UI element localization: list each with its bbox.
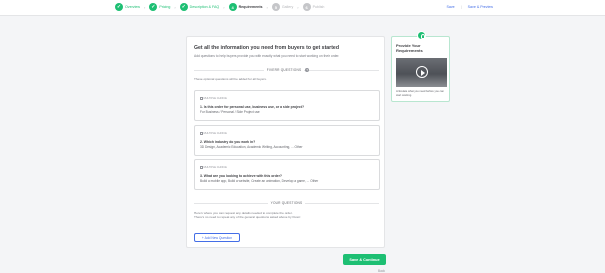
play-icon[interactable] bbox=[416, 66, 428, 78]
save-continue-button[interactable]: Save & Continue bbox=[343, 254, 386, 265]
step-label: Description & FAQ bbox=[189, 5, 220, 9]
question-text: 2. Which industry do you work in? bbox=[200, 140, 256, 144]
chevron-right-icon: › bbox=[297, 4, 299, 10]
chevron-right-icon: › bbox=[143, 4, 146, 10]
question-type-label: MULTIPLE CHOICE bbox=[203, 97, 227, 100]
lightbulb-icon bbox=[417, 31, 426, 40]
top-actions: Save | Save & Preview bbox=[440, 5, 493, 9]
divider: | bbox=[460, 5, 462, 9]
tip-title: Provide Your Requirements bbox=[396, 43, 423, 53]
step-label: Gallery bbox=[281, 5, 294, 9]
page-subtitle: Add questions to help buyers provide you… bbox=[194, 54, 340, 58]
question-card[interactable]: MULTIPLE CHOICE 2. Which industry do you… bbox=[194, 125, 380, 156]
requirements-card: Get all the information you need from bu… bbox=[186, 36, 385, 248]
check-icon: ✓ bbox=[179, 3, 188, 11]
progress-header: ✓ Overview › ✓ Pricing › ✓ Description &… bbox=[0, 0, 605, 16]
add-question-button[interactable]: + Add New Question bbox=[194, 233, 240, 242]
page-title: Get all the information you need from bu… bbox=[194, 45, 339, 51]
question-type-label: MULTIPLE CHOICE bbox=[203, 166, 227, 169]
list-icon bbox=[200, 132, 203, 135]
steps-nav: ✓ Overview › ✓ Pricing › ✓ Description &… bbox=[115, 3, 324, 11]
help-icon[interactable]: ? bbox=[305, 68, 310, 73]
list-icon bbox=[200, 166, 203, 169]
your-questions-heading: YOUR QUESTIONS bbox=[187, 201, 386, 205]
question-card[interactable]: MULTIPLE CHOICE 1. Is this order for per… bbox=[194, 90, 380, 121]
question-card[interactable]: MULTIPLE CHOICE 3. What are you looking … bbox=[194, 159, 380, 190]
question-type: MULTIPLE CHOICE bbox=[200, 132, 227, 135]
question-type: MULTIPLE CHOICE bbox=[200, 97, 227, 100]
save-link[interactable]: Save bbox=[446, 5, 454, 9]
step-label: Pricing bbox=[159, 5, 171, 9]
question-options: Build a mobile app, Build a website, Cre… bbox=[200, 179, 319, 183]
question-type: MULTIPLE CHOICE bbox=[200, 166, 227, 169]
step-pricing[interactable]: ✓ Pricing bbox=[149, 3, 170, 11]
list-icon bbox=[200, 97, 203, 100]
step-label: Overview bbox=[125, 5, 140, 9]
fiverr-note: These optional questions will be added f… bbox=[194, 77, 267, 81]
step-number: 6 bbox=[302, 3, 311, 11]
section-label: YOUR QUESTIONS bbox=[267, 201, 306, 205]
question-text: 3. What are you looking to achieve with … bbox=[200, 174, 282, 178]
save-preview-link[interactable]: Save & Preview bbox=[468, 5, 493, 9]
step-overview[interactable]: ✓ Overview bbox=[115, 3, 140, 11]
step-label: Requirements bbox=[238, 5, 263, 9]
step-number: 5 bbox=[271, 3, 280, 11]
step-gallery[interactable]: 5 Gallery bbox=[271, 3, 294, 11]
tip-video[interactable] bbox=[396, 58, 447, 87]
step-label: Publish bbox=[312, 5, 325, 9]
tip-text: Articulate what you need before you can … bbox=[396, 90, 444, 97]
chevron-right-icon: › bbox=[174, 4, 176, 10]
question-options: 3D Design, Academic Education, Academic … bbox=[200, 145, 303, 149]
step-publish[interactable]: 6 Publish bbox=[302, 3, 325, 11]
chevron-right-icon: › bbox=[266, 4, 268, 10]
check-icon: ✓ bbox=[149, 3, 158, 11]
step-description-faq[interactable]: ✓ Description & FAQ bbox=[179, 3, 220, 11]
question-type-label: MULTIPLE CHOICE bbox=[203, 132, 227, 135]
check-icon: ✓ bbox=[115, 3, 123, 11]
question-options: For Business / Personal / Side Project u… bbox=[200, 110, 260, 114]
tip-card: Provide Your Requirements Articulate wha… bbox=[391, 31, 450, 102]
question-text: 1. Is this order for personal use, busin… bbox=[200, 105, 305, 109]
step-requirements[interactable]: 4 Requirements bbox=[228, 3, 263, 11]
section-label: FIVERR QUESTIONS bbox=[263, 68, 305, 72]
your-note-2: There's no need to repeat any of the gen… bbox=[194, 215, 302, 219]
fiverr-questions-heading: FIVERR QUESTIONS? bbox=[187, 68, 386, 73]
back-link[interactable]: Back bbox=[378, 269, 385, 273]
step-number: 4 bbox=[228, 3, 237, 11]
chevron-right-icon: › bbox=[223, 4, 225, 10]
